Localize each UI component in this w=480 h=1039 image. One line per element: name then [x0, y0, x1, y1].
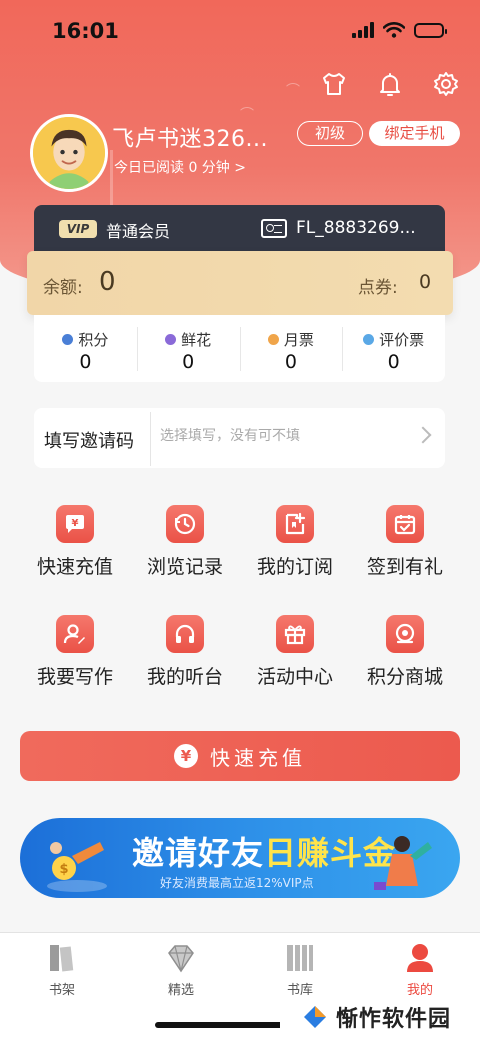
grid-subscriptions[interactable]: 我的订阅: [240, 505, 350, 579]
stat-label: 鲜花: [181, 331, 212, 349]
grid-audio[interactable]: 我的听台: [130, 615, 240, 689]
points-icon: [62, 334, 74, 345]
shirt-icon[interactable]: [320, 70, 348, 98]
stat-value: 0: [387, 351, 400, 373]
stat-review-ticket[interactable]: 评价票 0: [342, 315, 445, 382]
id-card-icon: [261, 219, 287, 238]
invite-code-label: 填写邀请码: [44, 431, 134, 452]
flower-icon: [165, 334, 177, 345]
stat-label: 月票: [283, 331, 314, 349]
banner-title-part1: 邀请好友: [132, 834, 265, 872]
username[interactable]: 飞卢书迷326...: [112, 121, 268, 153]
svg-text:$: $: [59, 862, 68, 877]
ticket-icon: [267, 334, 279, 345]
girl-with-megaphone-illustration: [374, 836, 432, 890]
stats-card: 积分 0 鲜花 0 月票 0 评价票 0: [34, 315, 445, 382]
calendar-check-icon: [386, 505, 424, 543]
yen-chat-icon: ¥: [56, 505, 94, 543]
divider: [150, 412, 151, 466]
tab-label: 精选: [167, 983, 194, 998]
avatar[interactable]: [30, 114, 108, 192]
quick-recharge-button[interactable]: ¥ 快速充值: [20, 731, 460, 781]
grid-label: 浏览记录: [146, 556, 223, 578]
quick-recharge-label: 快速充值: [210, 745, 306, 770]
status-bar: 16:01: [0, 0, 480, 60]
grid-label: 活动中心: [256, 666, 333, 688]
headphones-icon: [166, 615, 204, 653]
grid-label: 我的订阅: [256, 556, 333, 578]
yen-icon: ¥: [174, 744, 198, 768]
header-actions: [320, 70, 460, 98]
member-id: FL_8883269...: [296, 218, 416, 238]
stat-points[interactable]: 积分 0: [34, 315, 137, 382]
bookshelf-icon: [46, 943, 78, 973]
tab-label: 书架: [48, 983, 75, 998]
balance-label: 余额:: [43, 278, 83, 298]
grid-label: 积分商城: [366, 666, 443, 688]
member-card[interactable]: VIP 普通会员 FL_8883269...: [34, 205, 445, 253]
balance-value: 0: [99, 267, 116, 297]
balance-card[interactable]: 余额: 0 点券: 0: [27, 251, 453, 315]
bind-phone-button[interactable]: 绑定手机: [369, 121, 460, 146]
stat-label: 评价票: [379, 331, 425, 349]
history-icon: [166, 505, 204, 543]
coupon-label: 点券:: [358, 278, 398, 298]
coupon-value: 0: [419, 271, 432, 293]
member-level-label: 普通会员: [106, 222, 171, 241]
gear-icon[interactable]: [432, 70, 460, 98]
watermark-text: 惭怍软件园: [336, 1007, 452, 1032]
subscribe-icon: [276, 505, 314, 543]
level-badge[interactable]: 初级: [297, 121, 363, 146]
grid-points-mall[interactable]: 积分商城: [350, 615, 460, 689]
coin-person-illustration: $: [47, 842, 107, 892]
banner-subtitle: 好友消费最高立返12%VIP点: [160, 876, 314, 890]
profile-icon: [404, 943, 436, 973]
gift-icon: [276, 615, 314, 653]
invite-code-row[interactable]: 填写邀请码: [34, 408, 445, 468]
grid-label: 我的听台: [146, 666, 223, 688]
tab-library[interactable]: 书库: [270, 943, 330, 998]
grid-checkin[interactable]: 签到有礼: [350, 505, 460, 579]
stat-monthly-ticket[interactable]: 月票 0: [239, 315, 343, 382]
grid-label: 快速充值: [36, 556, 113, 578]
watermark-logo-icon: [304, 1006, 326, 1028]
stat-value: 0: [284, 351, 297, 373]
stat-value: 0: [182, 351, 195, 373]
watermark: 惭怍软件园: [280, 995, 480, 1039]
signal-icon: [352, 22, 374, 38]
grid-history[interactable]: 浏览记录: [130, 505, 240, 579]
stat-label: 积分: [78, 331, 109, 349]
invite-banner[interactable]: $ 邀请好友日赚斗金 好友消费最高立返12%VIP点: [20, 818, 460, 898]
tab-profile[interactable]: 我的: [390, 943, 450, 998]
vip-badge: VIP: [59, 220, 97, 238]
bird-decoration: ⌒: [286, 83, 300, 99]
bell-icon[interactable]: [376, 70, 404, 98]
grid-label: 签到有礼: [366, 556, 443, 578]
tab-featured[interactable]: 精选: [151, 943, 211, 998]
grid-label: 我要写作: [36, 666, 113, 688]
stat-value: 0: [79, 351, 92, 373]
writer-icon: [56, 615, 94, 653]
review-icon: [363, 334, 375, 345]
read-today[interactable]: 今日已阅读 0 分钟 >: [114, 157, 246, 177]
stat-flowers[interactable]: 鲜花 0: [136, 315, 240, 382]
status-icons: [352, 22, 447, 38]
shop-icon: [386, 615, 424, 653]
tab-bookshelf[interactable]: 书架: [32, 943, 92, 998]
diamond-icon: [165, 943, 197, 973]
library-icon: [284, 943, 316, 973]
grid-events[interactable]: 活动中心: [240, 615, 350, 689]
function-grid: ¥ 快速充值 浏览记录 我的订阅 签到有礼 我要写作 我的听台 活动中心 积分商…: [20, 505, 460, 689]
battery-icon: [414, 22, 447, 38]
chevron-right-icon: [414, 426, 432, 444]
grid-writing[interactable]: 我要写作: [20, 615, 130, 689]
grid-quick-recharge[interactable]: ¥ 快速充值: [20, 505, 130, 579]
invite-code-input[interactable]: [160, 428, 410, 444]
svg-text:¥: ¥: [72, 518, 79, 529]
wifi-icon: [383, 22, 405, 38]
banner-title: 邀请好友日赚斗金: [132, 828, 396, 874]
status-time: 16:01: [52, 19, 119, 43]
